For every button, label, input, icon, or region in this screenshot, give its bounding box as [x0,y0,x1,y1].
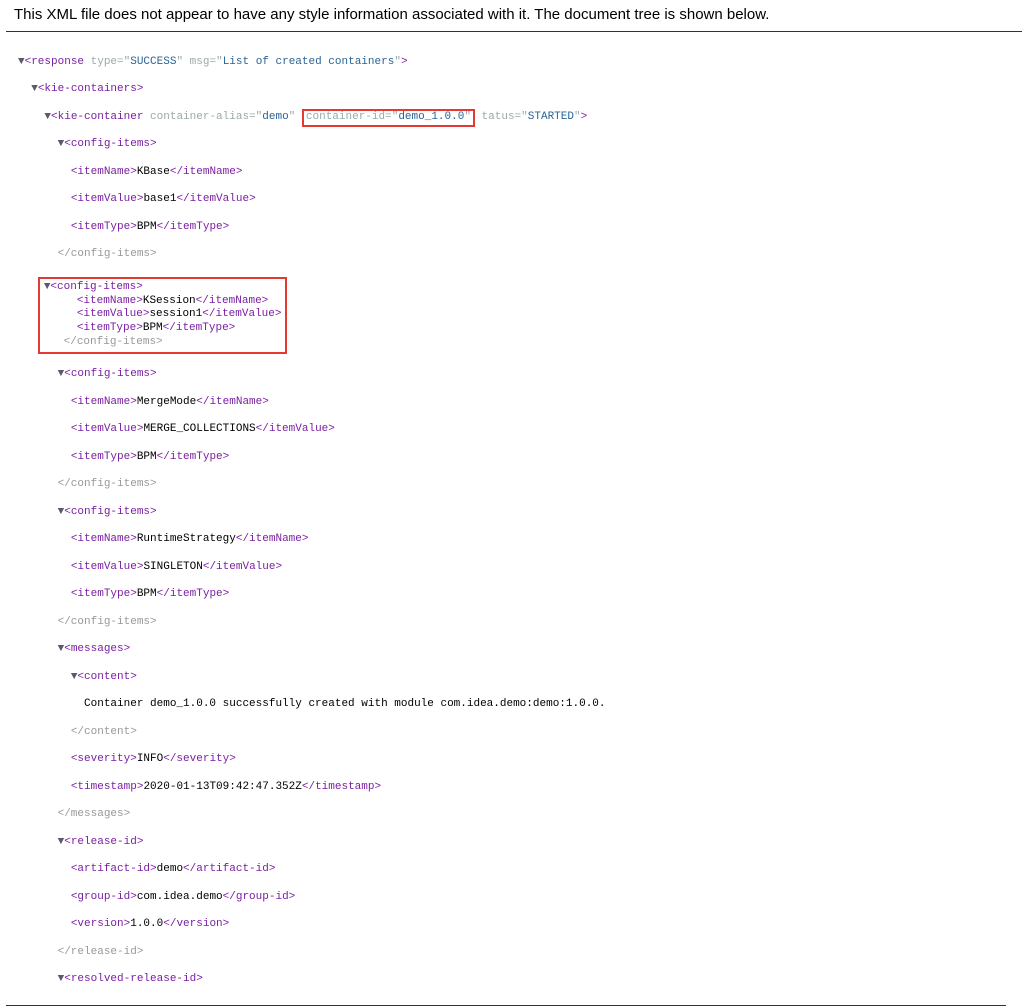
config4-value: SINGLETON [143,561,202,573]
messages-tag: <messages> [64,643,130,655]
config1-name: KBase [137,166,170,178]
kie-container-tag: <kie-container [51,111,150,123]
config-items-tag: <config-items> [64,138,156,150]
config2-value: session1 [149,308,202,320]
config1-value: base1 [143,193,176,205]
config3-name: MergeMode [137,396,196,408]
resolved-release-id-tag: <resolved-release-id> [64,973,203,985]
container-id-highlight: container-id="demo_1.0.0" [302,109,475,127]
toggle-icon[interactable]: ▼ [58,836,65,850]
artifact-text: demo [157,863,183,875]
toggle-icon[interactable]: ▼ [58,643,65,657]
content-text: Container demo_1.0.0 successfully create… [84,698,606,710]
config4-name: RuntimeStrategy [137,533,236,545]
config2-name: KSession [143,295,196,307]
toggle-icon[interactable]: ▼ [71,671,78,685]
group-text: com.idea.demo [137,891,223,903]
timestamp-text: 2020-01-13T09:42:47.352Z [143,781,301,793]
severity-text: INFO [137,753,163,765]
response-tag: <response [25,56,91,68]
release-id-tag: <release-id> [64,836,143,848]
config2-type: BPM [143,322,163,334]
toggle-icon[interactable]: ▼ [58,973,65,987]
toggle-icon[interactable]: ▼ [31,83,38,97]
header-message: This XML file does not appear to have an… [6,0,1022,32]
toggle-icon[interactable]: ▼ [58,506,65,520]
xml-tree: ▼<response type="SUCCESS" msg="List of c… [0,32,1024,1001]
version-text: 1.0.0 [130,918,163,930]
config-items-highlight: ▼<config-items> <itemName>KSession</item… [38,277,288,354]
config3-value: MERGE_COLLECTIONS [143,423,255,435]
kie-containers-tag: <kie-containers> [38,83,144,95]
config3-type: BPM [137,451,157,463]
toggle-icon[interactable]: ▼ [18,56,25,70]
config1-type: BPM [137,221,157,233]
config4-type: BPM [137,588,157,600]
